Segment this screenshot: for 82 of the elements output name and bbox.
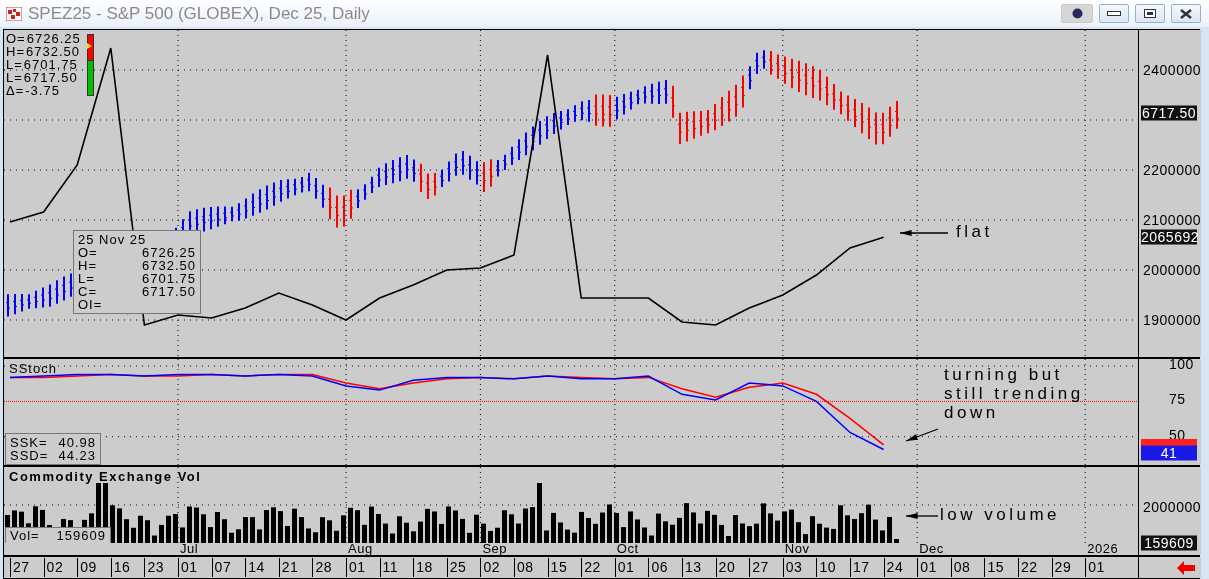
- date-label: 07: [211, 558, 232, 577]
- date-label: 24: [883, 558, 904, 577]
- date-label: 01: [614, 558, 635, 577]
- axis-label: 2400000: [1143, 62, 1201, 78]
- back-arrow-icon[interactable]: [1177, 560, 1195, 575]
- minimize-icon: [1107, 11, 1121, 16]
- minimize-button[interactable]: [1099, 4, 1129, 23]
- month-label: Dec: [919, 541, 944, 556]
- date-label: 15: [984, 558, 1004, 577]
- month-label: Sep: [482, 541, 508, 556]
- ohlc-readout: L=6701.75: [6, 58, 79, 71]
- ohlc-readout: H=6732.50: [6, 45, 81, 58]
- date-label: 18: [413, 558, 433, 577]
- panel-title: Commodity Exchange Vol: [9, 469, 202, 484]
- price-badge: 6717.50: [1141, 105, 1197, 121]
- maximize-icon: [1144, 9, 1156, 18]
- month-label: Nov: [784, 541, 810, 556]
- date-label: 01: [178, 558, 198, 577]
- close-button[interactable]: [1171, 4, 1201, 23]
- date-label: 11: [379, 558, 399, 577]
- date-label: 01: [917, 558, 937, 577]
- ohlc-readout: O=6726.25: [6, 32, 81, 45]
- date-label: 23: [144, 558, 164, 577]
- date-label: 02: [480, 558, 500, 577]
- readout-row: SSK= 40.98: [10, 436, 96, 449]
- axis-label: 2100000: [1143, 212, 1201, 228]
- data-row-text: OI=: [78, 298, 104, 311]
- date-label: 03: [782, 558, 803, 577]
- date-label: 08: [514, 558, 534, 577]
- date-label: 14: [245, 558, 265, 577]
- date-label: 08: [950, 558, 971, 577]
- volume-badge: 159609: [1141, 535, 1197, 551]
- maximize-button[interactable]: [1135, 4, 1165, 23]
- date-label: 13: [682, 558, 702, 577]
- data-row: C= 6717.50: [78, 285, 196, 298]
- ohlc-readout: L=6717.50: [6, 71, 79, 84]
- date-label: 01: [1085, 558, 1105, 577]
- date-label: 28: [312, 558, 332, 577]
- axis-label: 100: [1169, 356, 1194, 373]
- date-label: 06: [648, 558, 668, 577]
- data-row: O= 6726.25: [78, 246, 196, 259]
- readout-row: SSD= 44.23: [10, 449, 96, 462]
- axis-label: 2000000: [1143, 499, 1201, 515]
- circle-icon: [1071, 8, 1083, 19]
- readout-row: Vol= 159609: [10, 529, 106, 542]
- date-label: 21: [278, 558, 299, 577]
- date-label: 29: [1051, 558, 1072, 577]
- month-label: Aug: [348, 541, 373, 556]
- date-label: 16: [110, 558, 131, 577]
- annotation-text: low volume: [940, 505, 1061, 524]
- axis-label: 75: [1169, 391, 1186, 408]
- date-text: 25 Nov 25: [78, 233, 148, 246]
- axis-label: 1900000: [1143, 312, 1201, 328]
- date-label: 15: [547, 558, 568, 577]
- data-row: L= 6701.75: [78, 272, 196, 285]
- annotation-text: flat: [956, 222, 993, 241]
- axis-label: 2000000: [1143, 262, 1201, 278]
- window-title: SPEZ25 - S&P 500 (GLOBEX), Dec 25, Daily: [28, 3, 371, 24]
- month-label: Jul: [180, 541, 199, 556]
- date-label: 02: [43, 558, 64, 577]
- ohlc-readout: Δ=-3.75: [6, 84, 61, 97]
- date-label: 09: [77, 558, 97, 577]
- date-label: 27: [749, 558, 769, 577]
- date-label: 20: [715, 558, 736, 577]
- app-icon: [6, 6, 22, 21]
- month-label: Oct: [616, 541, 639, 556]
- date-label: 22: [1018, 558, 1038, 577]
- month-label: 2026: [1087, 541, 1119, 556]
- axis-label: 2200000: [1143, 162, 1201, 178]
- panel-title: SStoch: [9, 361, 57, 376]
- date-label: 27: [10, 558, 30, 577]
- annotation-text: turning but still trending down: [944, 365, 1084, 422]
- date-label: 22: [581, 558, 601, 577]
- date-label: 01: [346, 558, 366, 577]
- gauge-icon: [86, 34, 94, 96]
- value-badge: 41: [1141, 445, 1197, 461]
- date-label: 10: [816, 558, 836, 577]
- date-label: 25: [446, 558, 467, 577]
- link-button[interactable]: [1061, 4, 1093, 23]
- data-row: H= 6732.50: [78, 259, 196, 272]
- close-icon: [1180, 8, 1192, 19]
- date-label: 17: [850, 558, 870, 577]
